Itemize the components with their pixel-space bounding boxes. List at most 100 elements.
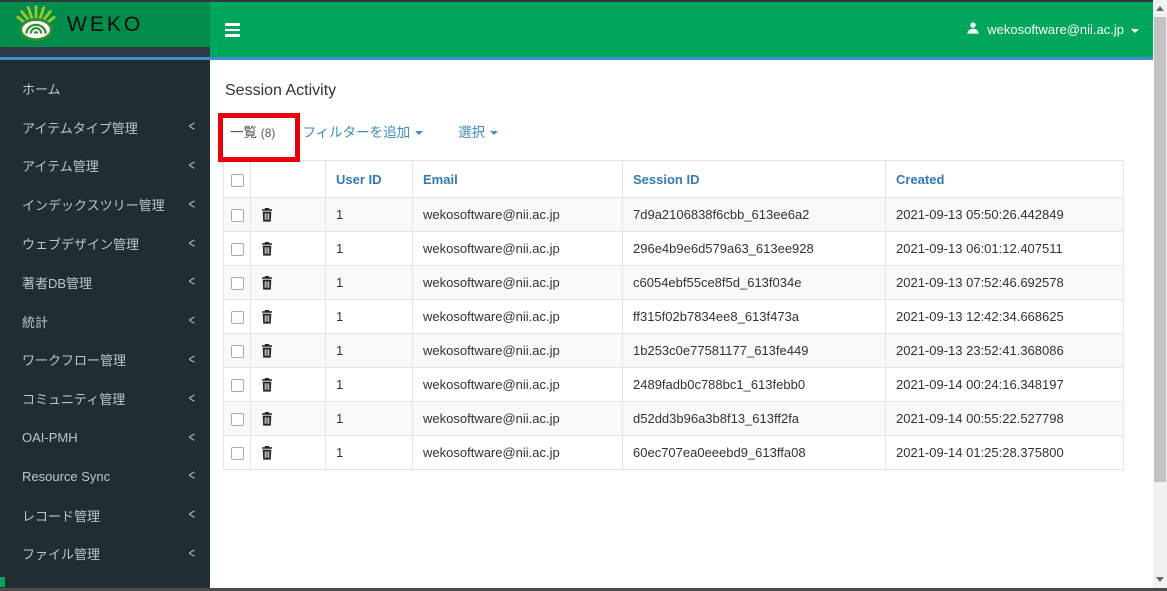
actions-header — [250, 160, 326, 198]
sidebar-item-2[interactable]: アイテム管理 < — [0, 147, 210, 186]
table-row: 1 wekosoftware@nii.ac.jp ff315f02b7834ee8_… — [223, 299, 1124, 334]
created-cell: 2021-09-13 07:52:46.692578 — [885, 265, 1124, 300]
trash-icon[interactable] — [261, 446, 273, 460]
col-header-email[interactable]: Email — [412, 160, 623, 198]
sidebar-toggle-button[interactable] — [220, 19, 244, 41]
user-email-label: wekosoftware@nii.ac.jp — [987, 22, 1124, 37]
row-checkbox[interactable] — [230, 209, 244, 223]
sidebar-item-0[interactable]: ホーム — [0, 69, 210, 108]
sidebar-nav: ホーム アイテムタイプ管理 < アイテム管理 < インデックスツリー管理 < ウェブデザイン管… — [0, 60, 210, 588]
chevron-left-icon: < — [188, 119, 195, 136]
row-select-cell — [223, 299, 251, 334]
scroll-down-button[interactable] — [1153, 572, 1167, 587]
row-checkbox[interactable] — [230, 379, 244, 393]
email-cell: wekosoftware@nii.ac.jp — [412, 265, 623, 300]
email-cell: wekosoftware@nii.ac.jp — [412, 197, 623, 232]
row-checkbox[interactable] — [230, 277, 244, 291]
sidebar-item-11[interactable]: レコード管理 < — [0, 496, 210, 535]
sidebar-item-9[interactable]: OAI-PMH < — [0, 418, 210, 457]
row-checkbox[interactable] — [230, 311, 244, 325]
sidebar-item-10[interactable]: Resource Sync < — [0, 457, 210, 496]
chevron-left-icon: < — [188, 196, 195, 213]
table-toolbar: 一覧 (8) フィルターを追加 選択 — [230, 122, 1153, 140]
row-checkbox[interactable] — [230, 447, 244, 461]
trash-icon[interactable] — [261, 276, 273, 290]
chevron-down-icon — [1131, 28, 1139, 33]
chevron-left-icon: < — [188, 235, 195, 252]
row-checkbox[interactable] — [230, 345, 244, 359]
sidebar-item-label: Resource Sync — [22, 468, 111, 484]
add-filter-dropdown[interactable]: フィルターを追加 — [302, 121, 424, 141]
page-scrollbar[interactable] — [1153, 0, 1167, 591]
scroll-up-button[interactable] — [1153, 1, 1167, 16]
weko-logo-area[interactable]: WEKO — [0, 2, 210, 47]
sidebar-item-label: ファイル管理 — [22, 547, 101, 563]
weko-logo-icon — [14, 3, 58, 46]
row-select-cell — [223, 367, 251, 402]
trash-icon[interactable] — [261, 378, 273, 392]
sidebar-item-1[interactable]: アイテムタイプ管理 < — [0, 108, 210, 147]
row-actions-cell — [250, 265, 326, 300]
trash-icon[interactable] — [261, 344, 273, 358]
sidebar-item-label: ウェブデザイン管理 — [22, 237, 140, 253]
table-row: 1 wekosoftware@nii.ac.jp d52dd3b96a3b8f13_… — [223, 401, 1124, 436]
chevron-left-icon: < — [188, 468, 195, 485]
row-checkbox[interactable] — [230, 413, 244, 427]
user-id-cell: 1 — [325, 367, 413, 402]
email-cell: wekosoftware@nii.ac.jp — [412, 299, 623, 334]
chevron-left-icon: < — [188, 390, 195, 407]
user-id-cell: 1 — [325, 401, 413, 436]
sidebar-item-6[interactable]: 統計 < — [0, 302, 210, 341]
user-id-cell: 1 — [325, 265, 413, 300]
user-icon — [966, 21, 980, 38]
tab-list-view[interactable]: 一覧 (8) — [230, 121, 275, 141]
arrow-up-icon — [1156, 6, 1164, 11]
sidebar-item-8[interactable]: コミュニティ管理 < — [0, 379, 210, 418]
table-row: 1 wekosoftware@nii.ac.jp 296e4b9e6d579a63_… — [223, 231, 1124, 266]
row-actions-cell — [250, 231, 326, 266]
scrollbar-thumb[interactable] — [1154, 17, 1166, 482]
sidebar-item-label: ワークフロー管理 — [22, 353, 127, 369]
user-id-cell: 1 — [325, 333, 413, 368]
sidebar-item-7[interactable]: ワークフロー管理 < — [0, 341, 210, 380]
sidebar-item-label: コミュニティ管理 — [22, 392, 126, 408]
page-title: Session Activity — [225, 82, 337, 99]
session-id-cell: 2489fadb0c788bc1_613febb0 — [622, 367, 886, 402]
table-header-row: User ID Email Session ID Created — [223, 160, 1124, 198]
col-header-created[interactable]: Created — [885, 160, 1124, 198]
chevron-down-icon — [415, 130, 424, 135]
col-header-user-id[interactable]: User ID — [325, 160, 413, 198]
trash-icon[interactable] — [261, 412, 273, 426]
sidebar-menu: ホーム アイテムタイプ管理 < アイテム管理 < インデックスツリー管理 < ウェブデザイン管… — [0, 60, 210, 573]
session-id-cell: c6054ebf55ce8f5d_613f034e — [622, 265, 886, 300]
trash-icon[interactable] — [261, 310, 273, 324]
sidebar-item-3[interactable]: インデックスツリー管理 < — [0, 185, 210, 224]
sidebar-item-12[interactable]: ファイル管理 < — [0, 535, 210, 574]
sidebar-item-5[interactable]: 著者DB管理 < — [0, 263, 210, 302]
chevron-left-icon: < — [188, 274, 195, 291]
email-cell: wekosoftware@nii.ac.jp — [412, 367, 623, 402]
select-dropdown[interactable]: 選択 — [458, 121, 499, 141]
sidebar-item-4[interactable]: ウェブデザイン管理 < — [0, 224, 210, 263]
user-id-cell: 1 — [325, 231, 413, 266]
trash-icon[interactable] — [261, 208, 273, 222]
row-checkbox[interactable] — [230, 243, 244, 257]
user-id-cell: 1 — [325, 197, 413, 232]
email-cell: wekosoftware@nii.ac.jp — [412, 435, 623, 470]
record-count-badge: (8) — [260, 126, 276, 140]
session-table-body: 1 wekosoftware@nii.ac.jp 7d9a2106838f6cbb_… — [223, 197, 1124, 470]
email-cell: wekosoftware@nii.ac.jp — [412, 231, 623, 266]
user-account-menu[interactable]: wekosoftware@nii.ac.jp — [966, 2, 1139, 57]
sidebar-top-strip — [0, 47, 210, 57]
session-id-cell: ff315f02b7834ee8_613f473a — [622, 299, 886, 334]
chevron-left-icon: < — [188, 157, 195, 175]
trash-icon[interactable] — [261, 242, 273, 256]
select-all-checkbox[interactable] — [230, 173, 244, 187]
table-row: 1 wekosoftware@nii.ac.jp c6054ebf55ce8f5d_… — [223, 265, 1124, 300]
created-cell: 2021-09-14 00:24:16.348197 — [885, 367, 1124, 402]
logo-wordmark: WEKO — [67, 12, 144, 36]
row-actions-cell — [250, 299, 326, 334]
col-header-session-id[interactable]: Session ID — [622, 160, 886, 198]
top-navbar: wekosoftware@nii.ac.jp — [210, 2, 1153, 57]
chevron-left-icon: < — [188, 429, 195, 446]
